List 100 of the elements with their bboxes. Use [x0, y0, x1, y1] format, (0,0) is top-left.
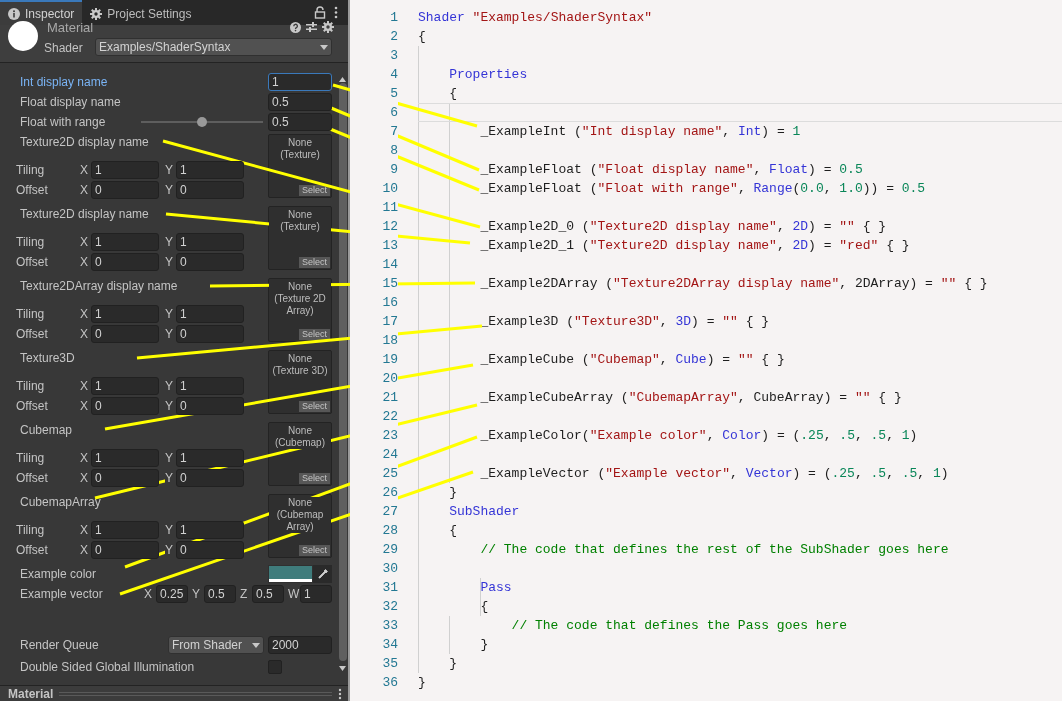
number-field[interactable]: 1: [176, 161, 244, 179]
field-label: Offset: [16, 542, 49, 559]
number-field[interactable]: 0: [176, 397, 244, 415]
scroll-down-icon[interactable]: [339, 666, 346, 671]
slider[interactable]: [141, 115, 263, 129]
texture-slot[interactable]: None (Cubemap Array) Select: [268, 494, 332, 558]
code-line: Properties: [448, 65, 528, 84]
number-field[interactable]: 0: [176, 541, 244, 559]
number-field[interactable]: 0: [91, 325, 159, 343]
more-options-icon[interactable]: [338, 687, 342, 700]
code-line: // The code that defines the rest of the SubShader goes here: [479, 540, 949, 559]
property-label: Texture2DArray display name: [20, 278, 178, 295]
select-button[interactable]: Select: [299, 329, 330, 340]
code-line: _Example2DArray ("Texture2DArray display name", 2DArray) = "" { }: [479, 274, 988, 293]
texture-slot[interactable]: None (Cubemap) Select: [268, 422, 332, 486]
number-field[interactable]: 0: [91, 253, 159, 271]
number-field[interactable]: 0: [176, 325, 244, 343]
code-line: _ExampleCube ("Cubemap", Cube) = "" { }: [479, 350, 785, 369]
number-field[interactable]: 0: [176, 253, 244, 271]
property-label: Cubemap: [20, 422, 73, 439]
help-icon[interactable]: [290, 21, 301, 33]
code-line: _ExampleColor("Example color", Color) = (.25, .5, .5, 1): [479, 426, 918, 445]
field-label: Offset: [16, 254, 49, 271]
number-field[interactable]: 1: [300, 585, 332, 603]
number-field[interactable]: 0.5: [268, 93, 332, 111]
number-field[interactable]: 0: [176, 469, 244, 487]
line-number: 6: [350, 102, 398, 123]
number-field[interactable]: 1: [268, 73, 332, 91]
number-field[interactable]: 0: [91, 541, 159, 559]
axis-label: Y: [192, 586, 201, 603]
number-field[interactable]: 0.5: [268, 113, 332, 131]
field-label: Tiling: [16, 450, 46, 467]
global-illumination-label: Double Sided Global Illumination: [20, 659, 196, 676]
code-line: _ExampleCubeArray ("CubemapArray", CubeArray) = "" { }: [479, 388, 902, 407]
code-line: _ExampleVector ("Example vector", Vector) = (.25, .5, .5, 1): [479, 464, 949, 483]
number-field[interactable]: 1: [176, 449, 244, 467]
number-field[interactable]: 1: [91, 233, 159, 251]
texture-slot-text: None (Texture): [269, 209, 331, 233]
texture-slot[interactable]: None (Texture) Select: [268, 206, 332, 270]
field-label: Tiling: [16, 522, 46, 539]
select-button[interactable]: Select: [299, 545, 330, 556]
sliders-icon[interactable]: [306, 21, 317, 33]
slider-thumb[interactable]: [197, 117, 207, 127]
render-queue-dropdown[interactable]: From Shader: [168, 636, 264, 654]
texture-slot-text: None (Cubemap Array): [269, 497, 331, 533]
code-line: _ExampleFloat ("Float display name", Float) = 0.5: [479, 160, 863, 179]
number-field[interactable]: 1: [91, 449, 159, 467]
info-icon: [8, 7, 20, 20]
code-line: _Example3D ("Texture3D", 3D) = "" { }: [479, 312, 770, 331]
footer-title: Material: [8, 685, 54, 701]
number-field[interactable]: 0.5: [204, 585, 236, 603]
code-line: }: [448, 654, 457, 673]
field-label: Offset: [16, 398, 49, 415]
number-field[interactable]: 0.25: [156, 585, 188, 603]
field-label: Offset: [16, 182, 49, 199]
select-button[interactable]: Select: [299, 185, 330, 196]
select-button[interactable]: Select: [299, 473, 330, 484]
number-field[interactable]: 1: [176, 377, 244, 395]
number-field[interactable]: 1: [91, 305, 159, 323]
more-options-icon[interactable]: [334, 6, 338, 19]
code-line: // The code that defines the Pass goes here: [510, 616, 848, 635]
property-label: CubemapArray: [20, 494, 101, 511]
material-preview-icon: [8, 21, 38, 51]
settings-icon[interactable]: [322, 21, 334, 33]
code-line: {: [479, 597, 489, 616]
shader-dropdown[interactable]: Examples/ShaderSyntax: [95, 38, 332, 56]
code-line: }: [418, 673, 426, 692]
number-field[interactable]: 0: [91, 181, 159, 199]
code-line: }: [479, 635, 489, 654]
scrollbar-thumb[interactable]: [339, 83, 347, 661]
texture-slot[interactable]: None (Texture 2D Array) Select: [268, 278, 332, 342]
select-button[interactable]: Select: [299, 257, 330, 268]
number-field[interactable]: 2000: [268, 636, 332, 654]
property-label: Texture2D display name: [20, 134, 149, 151]
lock-icon[interactable]: [314, 6, 326, 19]
select-button[interactable]: Select: [299, 401, 330, 412]
eyedropper-button[interactable]: [313, 565, 332, 583]
property-label: Example vector: [20, 586, 104, 603]
caret-icon: [320, 44, 328, 50]
texture-slot[interactable]: None (Texture 3D) Select: [268, 350, 332, 414]
field-label: Tiling: [16, 306, 46, 323]
field-label: Offset: [16, 326, 49, 343]
number-field[interactable]: 1: [91, 377, 159, 395]
number-field[interactable]: 0: [91, 397, 159, 415]
texture-slot[interactable]: None (Texture) Select: [268, 134, 332, 198]
axis-label: W: [288, 586, 300, 603]
number-field[interactable]: 1: [176, 233, 244, 251]
number-field[interactable]: 1: [176, 305, 244, 323]
render-queue-label: Render Queue: [20, 637, 100, 654]
code-line: {: [448, 521, 457, 540]
number-field[interactable]: 0.5: [252, 585, 284, 603]
color-swatch[interactable]: [268, 565, 313, 583]
number-field[interactable]: 1: [91, 521, 159, 539]
number-field[interactable]: 1: [91, 161, 159, 179]
field-label: Tiling: [16, 162, 46, 179]
axis-label: Z: [240, 586, 249, 603]
number-field[interactable]: 1: [176, 521, 244, 539]
number-field[interactable]: 0: [176, 181, 244, 199]
number-field[interactable]: 0: [91, 469, 159, 487]
code-line: _Example2D_1 ("Texture2D display name", 2D) = "red" { }: [479, 236, 910, 255]
